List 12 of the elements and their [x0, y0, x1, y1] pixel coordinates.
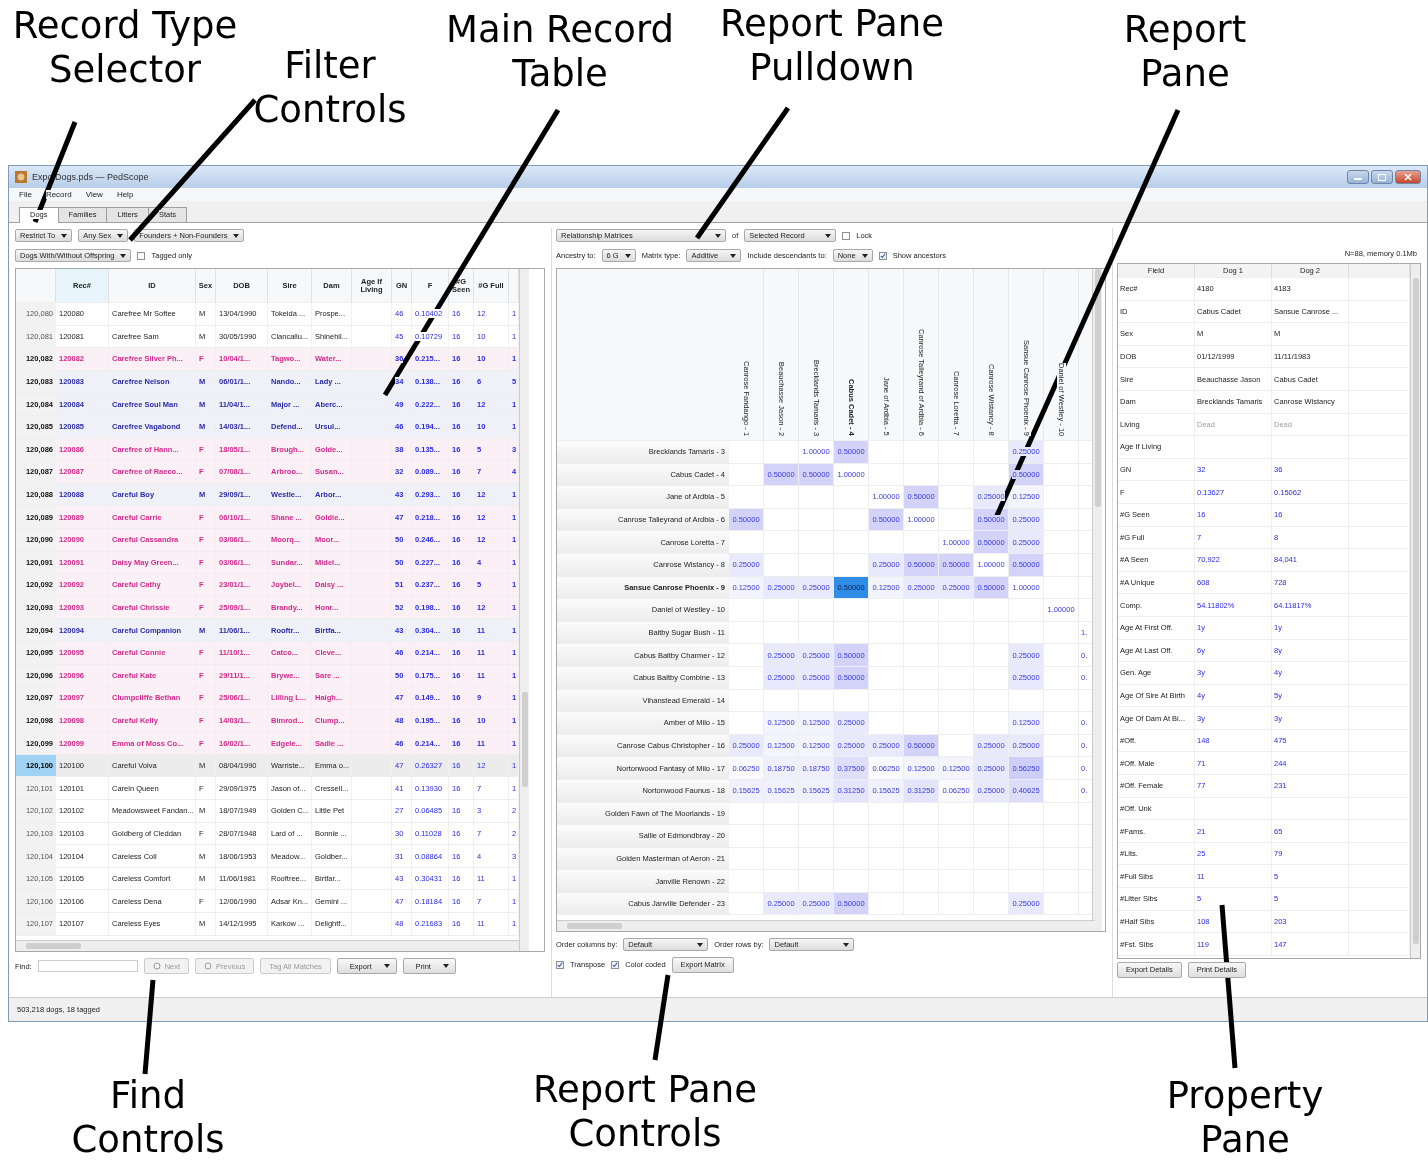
callout-label: Record Type Selector — [12, 4, 238, 92]
menu-item[interactable]: View — [85, 190, 103, 199]
menu-item[interactable]: File — [19, 190, 32, 199]
callout-label: Report Pane — [1123, 8, 1247, 96]
callout-label: Report Pane Pulldown — [720, 2, 944, 90]
callout-label: Find Controls — [71, 1074, 225, 1162]
callout-label: Property Pane — [1166, 1074, 1324, 1162]
menu-item[interactable]: Help — [116, 190, 134, 199]
menu-item[interactable]: Record — [45, 190, 72, 199]
callout-label: Filter Controls — [253, 44, 407, 132]
callout-label: Main Record Table — [446, 8, 674, 96]
callout-label: Report Pane Controls — [533, 1068, 757, 1156]
